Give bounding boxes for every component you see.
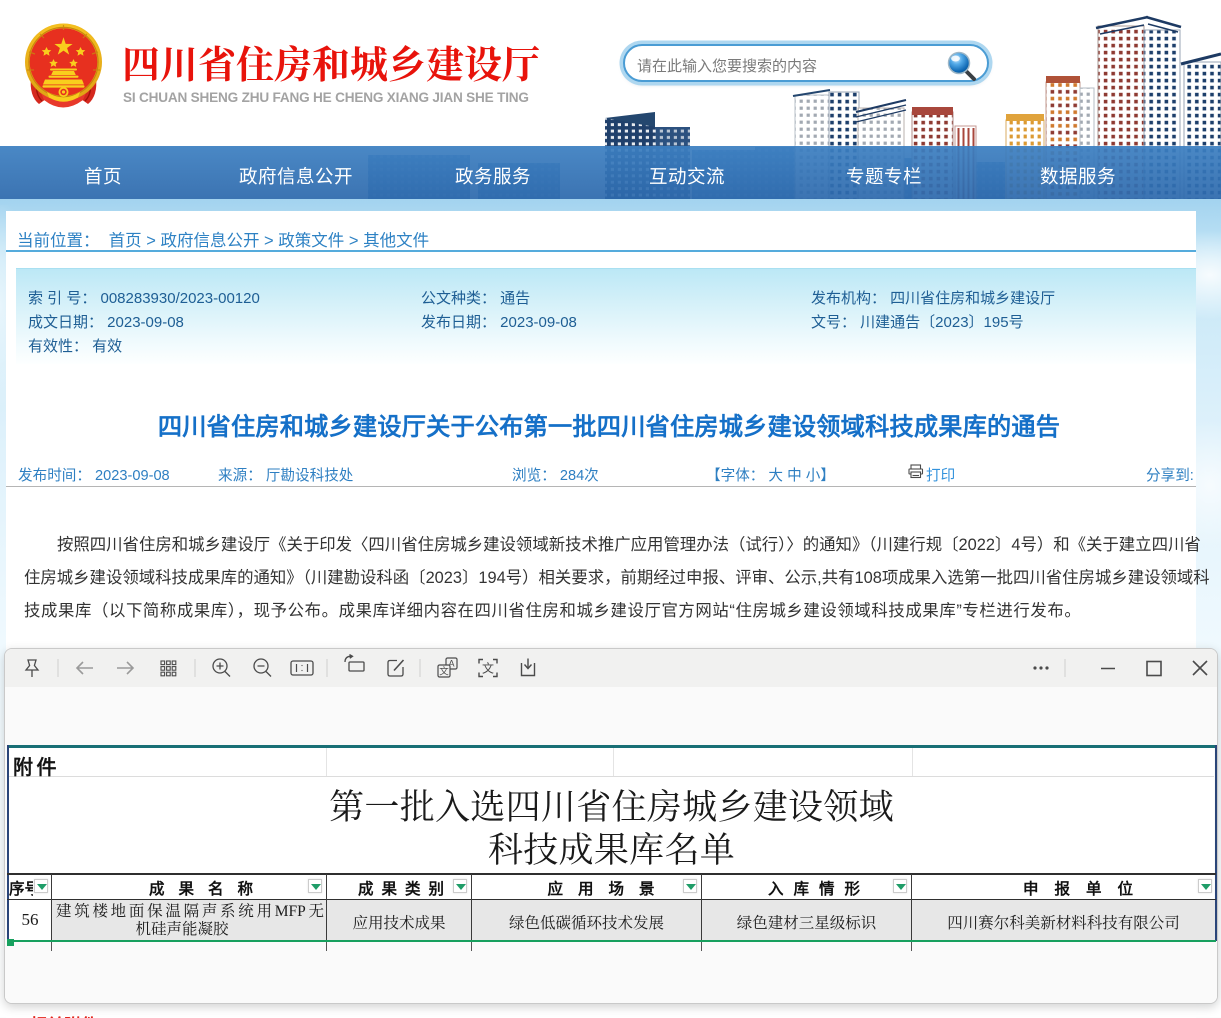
svg-text:文: 文	[482, 661, 494, 676]
svg-text:文: 文	[439, 666, 449, 678]
